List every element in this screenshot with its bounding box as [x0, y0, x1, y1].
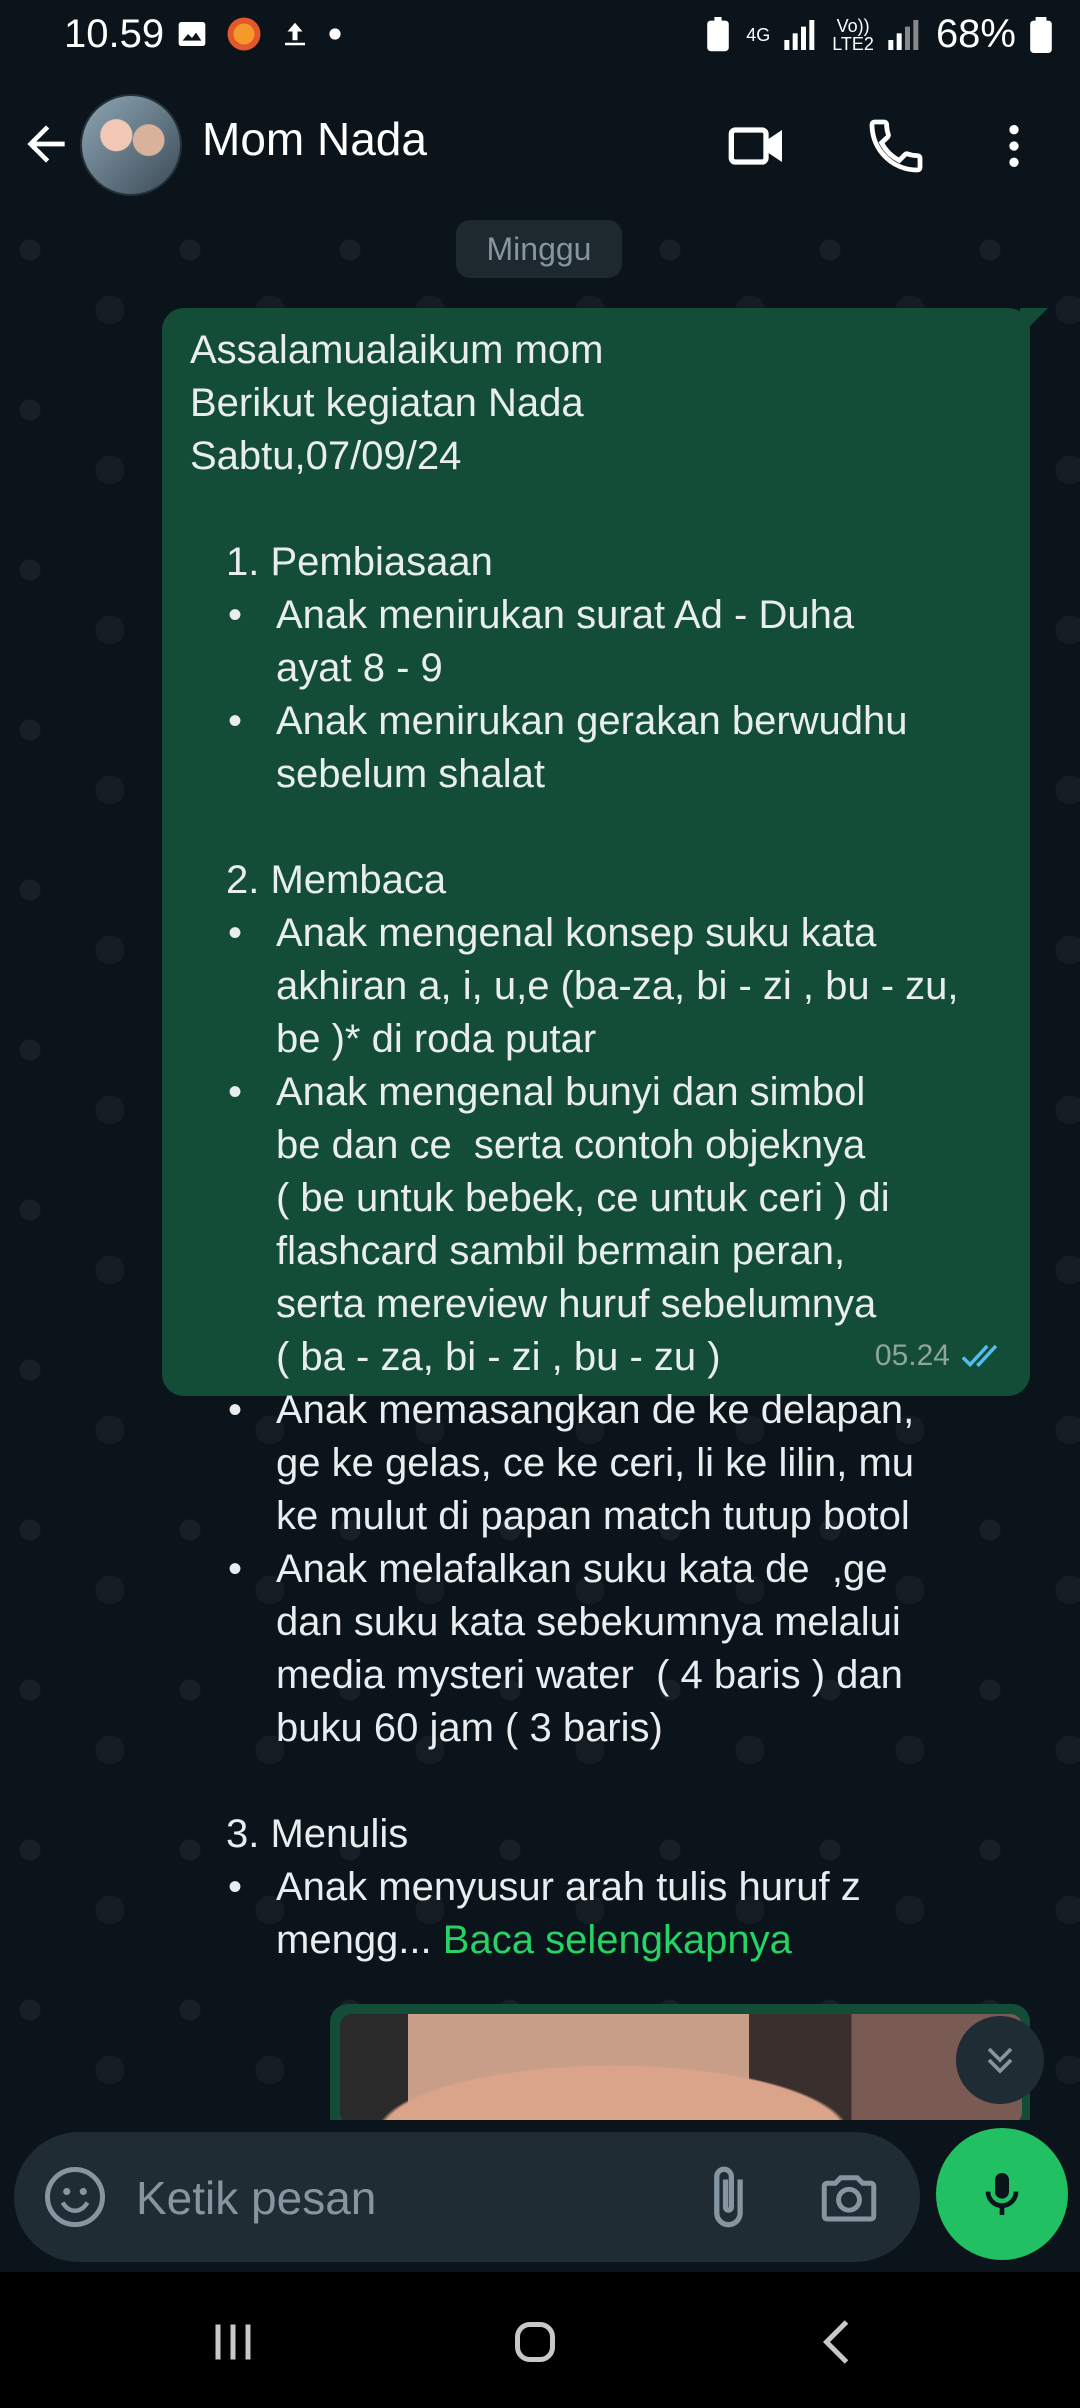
- scroll-to-bottom-button[interactable]: [956, 2016, 1044, 2104]
- truncated-text: mengg...: [276, 1918, 432, 1962]
- bullet-item: • Anak melafalkan suku kata de ,ge dan s…: [228, 1547, 903, 1750]
- section-title: 1. Pembiasaan: [226, 540, 493, 584]
- network-type-label: 4G: [746, 24, 771, 45]
- message-meta: 05.24: [875, 1329, 1006, 1382]
- emoji-icon[interactable]: [42, 2164, 108, 2230]
- gallery-notification-icon: [178, 22, 206, 46]
- image-message[interactable]: [330, 2004, 1030, 2120]
- voice-call-icon[interactable]: [864, 114, 928, 178]
- more-notifications-dot-icon: [329, 28, 341, 40]
- photo-thumbnail[interactable]: [340, 2014, 1022, 2120]
- recent-apps-icon[interactable]: [198, 2312, 268, 2372]
- double-chevron-down-icon: [987, 2047, 1013, 2074]
- status-bar: 10.59 4G Vo)) LTE2 68%: [0, 0, 1080, 72]
- message-composer: [14, 2132, 920, 2262]
- app-notification-icon: [227, 17, 261, 51]
- system-nav-bar: [0, 2272, 1080, 2408]
- message-line: Berikut kegiatan Nada: [190, 381, 584, 425]
- bullet-item: • Anak menirukan gerakan berwudhu sebelu…: [228, 699, 908, 796]
- section-title: 3. Menulis: [226, 1812, 409, 1856]
- bullet-item: • Anak memasangkan de ke delapan, ge ke …: [228, 1388, 915, 1538]
- more-options-icon[interactable]: [986, 114, 1042, 178]
- attach-icon[interactable]: [692, 2162, 762, 2232]
- message-bubble[interactable]: Assalamualaikum mom Berikut kegiatan Nad…: [162, 308, 1030, 1962]
- message-time: 05.24: [874, 1339, 950, 1372]
- upload-icon: [285, 22, 305, 46]
- battery-icon: [1030, 16, 1052, 53]
- microphone-icon: [985, 2173, 1019, 2215]
- signal-icon: [784, 19, 815, 50]
- date-chip: Minggu: [456, 220, 622, 278]
- message-line: Sabtu,07/09/24: [190, 434, 462, 478]
- message-input[interactable]: [134, 2160, 698, 2236]
- bullet-item: • Anak menyusur arah tulis huruf z mengg…: [228, 1865, 861, 1962]
- chat-area[interactable]: Minggu Assalamualaikum mom Berikut kegia…: [0, 220, 1080, 2120]
- battery-saver-icon: [707, 16, 730, 51]
- back-arrow-icon[interactable]: [18, 116, 74, 172]
- voice-message-button[interactable]: [936, 2128, 1068, 2260]
- status-time: 10.59: [64, 12, 165, 56]
- read-more-link[interactable]: Baca selengkapnya: [443, 1918, 792, 1962]
- back-nav-icon[interactable]: [804, 2312, 874, 2372]
- message-line: Assalamualaikum mom: [190, 328, 604, 372]
- bullet-item: • Anak menirukan surat Ad - Duha ayat 8 …: [228, 593, 855, 690]
- chat-header: Mom Nada: [0, 72, 1080, 221]
- bullet-item: • Anak mengenal konsep suku kata akhiran…: [228, 911, 959, 1061]
- home-icon[interactable]: [500, 2312, 570, 2372]
- battery-percent: 68%: [935, 12, 1016, 56]
- contact-name[interactable]: Mom Nada: [202, 112, 427, 166]
- volte-label: Vo)) LTE2: [832, 15, 874, 54]
- camera-icon[interactable]: [814, 2164, 884, 2230]
- read-receipt-icon: [961, 1344, 998, 1367]
- signal-2-icon: [888, 19, 919, 50]
- video-call-icon[interactable]: [726, 114, 790, 178]
- section-title: 2. Membaca: [226, 858, 447, 902]
- avatar[interactable]: [80, 94, 182, 196]
